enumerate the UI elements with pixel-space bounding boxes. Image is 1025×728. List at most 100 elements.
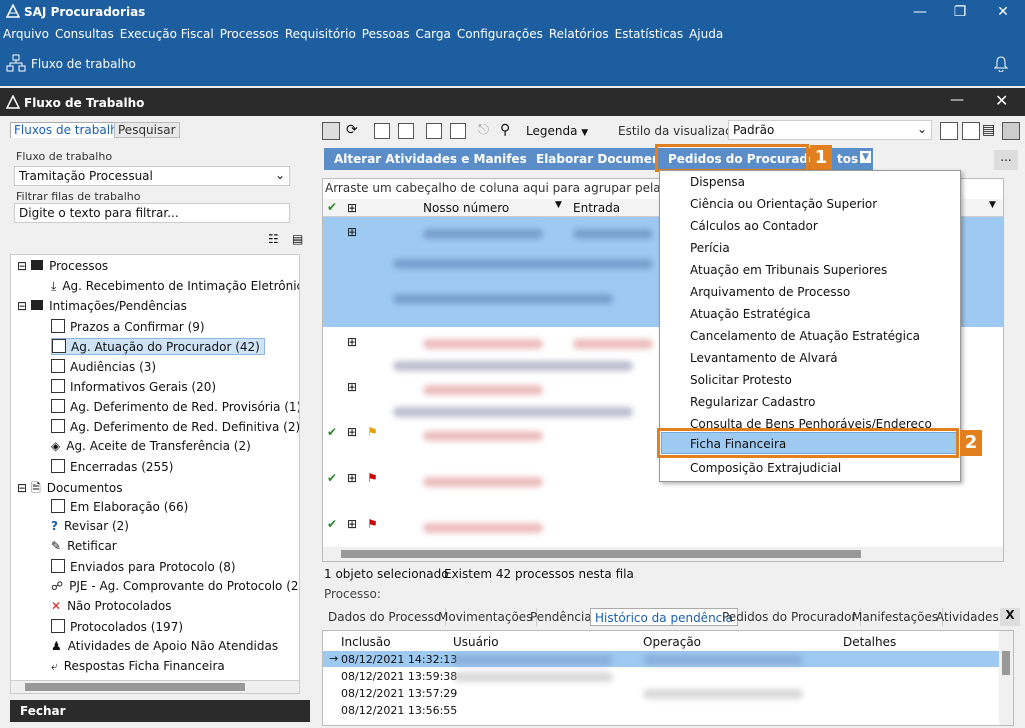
menu-item-atuacao-estrategica[interactable]: Atuação Estratégica (690, 307, 811, 321)
bell-icon[interactable] (994, 56, 1008, 72)
expand-row-icon[interactable]: ⊞ (347, 517, 357, 531)
workflow-icon[interactable] (6, 54, 26, 72)
grid-hscrollbar[interactable] (323, 547, 1003, 561)
menu-ajuda[interactable]: Ajuda (686, 24, 726, 44)
expand-row-icon[interactable]: ⊞ (347, 335, 357, 349)
more-button[interactable]: ... (994, 150, 1018, 170)
duplicate-icon[interactable] (398, 123, 414, 139)
other-actions-button[interactable]: tos ▼ (825, 148, 873, 170)
history-row[interactable]: 08/12/2021 13:59:38 (341, 670, 457, 683)
tab-movimentacoes[interactable]: Movimentações (434, 608, 538, 626)
menu-consultas[interactable]: Consultas (52, 24, 117, 44)
menu-item-tribunais[interactable]: Atuação em Tribunais Superiores (690, 263, 887, 277)
flow-select[interactable]: Tramitação Processual ⌄ (14, 166, 290, 186)
print-icon[interactable] (426, 123, 442, 139)
caret-down-icon[interactable]: ▼ (860, 151, 871, 163)
close-tab-icon[interactable]: X (1000, 608, 1020, 626)
tab-fluxos[interactable]: Fluxos de trabalho (10, 122, 130, 138)
refresh-icon[interactable]: ⟳ (346, 122, 358, 138)
window-minimize-icon[interactable]: — (950, 92, 964, 108)
expand-row-icon[interactable]: ⊞ (347, 471, 357, 485)
tree-elaboracao[interactable]: Em Elaboração (66) (51, 499, 188, 514)
menu-item-dispensa[interactable]: Dispensa (690, 175, 745, 189)
collapse-tree-icon[interactable]: ▤ (292, 232, 303, 246)
menu-item-ciencia[interactable]: Ciência ou Orientação Superior (690, 197, 877, 211)
menu-item-alvara[interactable]: Levantamento de Alvará (690, 351, 838, 365)
tab-pesquisar[interactable]: Pesquisar (114, 122, 180, 138)
history-row[interactable]: 08/12/2021 14:32:13 (341, 653, 457, 666)
menu-item-composicao[interactable]: Composição Extrajudicial (690, 461, 841, 475)
tree-intimacoes[interactable]: ⊟ Intimações/Pendências (17, 299, 187, 313)
tab-pedidos[interactable]: Pedidos do Procurador (718, 608, 862, 626)
maximize-icon[interactable]: ❐ (940, 2, 980, 22)
tree-revisar[interactable]: ? Revisar (2) (51, 519, 129, 533)
filter-input[interactable]: Digite o texto para filtrar... (14, 203, 290, 223)
workflow-label[interactable]: Fluxo de trabalho (31, 57, 136, 71)
menu-item-arquivamento[interactable]: Arquivamento de Processo (690, 285, 850, 299)
minimize-icon[interactable]: — (900, 2, 940, 22)
check-row-icon[interactable]: ✔ (327, 471, 337, 485)
tree-protocolados[interactable]: Protocolados (197) (51, 619, 183, 634)
header-nosso-numero[interactable]: Nosso número (423, 201, 509, 215)
tree-apoio[interactable]: ♟ Atividades de Apoio Não Atendidas (51, 639, 278, 653)
legend-dropdown[interactable]: Legenda ▼ (526, 124, 588, 138)
tree-retificar[interactable]: ✎ Retificar (51, 539, 117, 553)
expand-row-icon[interactable]: ⊞ (347, 225, 357, 239)
settings-grid-icon[interactable] (1002, 122, 1020, 140)
view-style-select[interactable]: Padrão ⌄ (728, 120, 932, 140)
menu-execucao-fiscal[interactable]: Execução Fiscal (117, 24, 217, 44)
export-icon[interactable] (450, 123, 466, 139)
close-icon[interactable]: ✕ (983, 2, 1023, 22)
tab-atividades[interactable]: Atividades (932, 608, 1004, 626)
history-vscrollbar[interactable] (999, 631, 1013, 725)
panel-icon[interactable]: ▤ (982, 122, 995, 138)
close-button[interactable]: Fechar (10, 700, 310, 722)
tree-documentos[interactable]: ⊟ 🗎 Documentos (17, 479, 122, 500)
menu-relatorios[interactable]: Relatórios (546, 24, 612, 44)
layout-icon[interactable] (940, 122, 958, 140)
tree-informativos[interactable]: Informativos Gerais (20) (51, 379, 216, 394)
tree-vscrollbar[interactable] (299, 255, 300, 694)
menu-item-regularizar[interactable]: Regularizar Cadastro (690, 395, 815, 409)
menu-processos[interactable]: Processos (217, 24, 282, 44)
tab-pendencia[interactable]: Pendência (526, 608, 597, 626)
menu-requisitorio[interactable]: Requisitório (282, 24, 359, 44)
tree-respostas[interactable]: ⤶ Respostas Ficha Financeira (51, 659, 225, 674)
expand-row-icon[interactable]: ⊞ (347, 380, 357, 394)
tree-audiencias[interactable]: Audiências (3) (51, 359, 156, 374)
tab-dados[interactable]: Dados do Processo (324, 608, 447, 626)
history-row[interactable]: 08/12/2021 13:57:29 (341, 687, 457, 700)
tree-atuacao[interactable]: Ag. Atuação do Procurador (42) (51, 338, 265, 355)
window-close-icon[interactable]: ✕ (995, 91, 1008, 110)
tree-encerradas[interactable]: Encerradas (255) (51, 459, 173, 474)
new-icon[interactable] (322, 122, 340, 140)
tree-nao-protocolados[interactable]: ✕ Não Protocolados (51, 599, 171, 613)
menu-item-pericia[interactable]: Perícia (690, 241, 730, 255)
check-row-icon[interactable]: ✔ (327, 425, 337, 439)
menu-item-calculos[interactable]: Cálculos ao Contador (690, 219, 818, 233)
menu-arquivo[interactable]: Arquivo (0, 24, 52, 44)
tree-def-definitiva[interactable]: Ag. Deferimento de Red. Definitiva (2) (51, 419, 299, 434)
expand-tree-icon[interactable]: ☷ (268, 232, 279, 246)
copy-icon[interactable] (374, 123, 390, 139)
history-row[interactable]: 08/12/2021 13:56:55 (341, 704, 457, 717)
expand-header-icon[interactable]: ⊞ (347, 201, 357, 215)
check-row-icon[interactable]: ✔ (327, 517, 337, 531)
check-header-icon[interactable]: ✔ (327, 200, 337, 214)
tree-processos[interactable]: ⊟ Processos (17, 259, 108, 273)
layout-alt-icon[interactable] (962, 122, 980, 140)
menu-configuracoes[interactable]: Configurações (454, 24, 546, 44)
attach-icon[interactable]: ⎋ (478, 122, 489, 138)
tab-historico[interactable]: Histórico da pendência (590, 608, 738, 626)
filter-nosso-icon[interactable]: ▼ (555, 200, 562, 210)
tree-rec-intimacao[interactable]: ⤓ Ag. Recebimento de Intimação Eletrônica… (51, 279, 299, 294)
menu-estatisticas[interactable]: Estatísticas (612, 24, 686, 44)
expand-row-icon[interactable]: ⊞ (347, 425, 357, 439)
search-icon[interactable]: ⚲ (500, 122, 510, 138)
menu-pessoas[interactable]: Pessoas (359, 24, 413, 44)
tree-def-provisoria[interactable]: Ag. Deferimento de Red. Provisória (1) (51, 399, 299, 414)
tree-hscrollbar[interactable] (10, 680, 300, 694)
filter-last-icon[interactable]: ▼ (989, 200, 996, 210)
header-entrada[interactable]: Entrada (573, 201, 620, 215)
tree-aceite[interactable]: ◈ Ag. Aceite de Transferência (2) (51, 439, 251, 453)
